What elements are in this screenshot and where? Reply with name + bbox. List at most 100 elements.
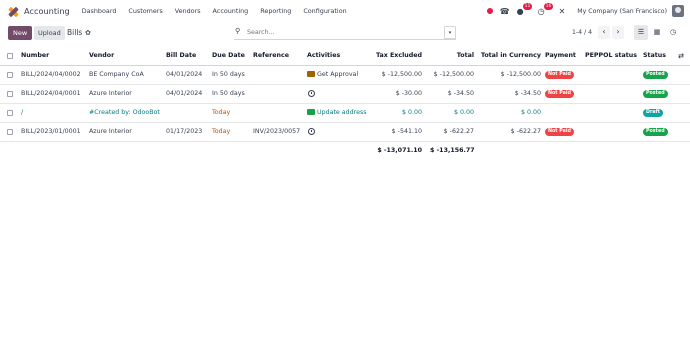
col-activities[interactable]: Activities — [307, 47, 340, 65]
row-checkbox[interactable] — [7, 129, 13, 135]
menu-accounting[interactable]: Accounting — [213, 7, 249, 15]
cell-total-currency: $ -622.27 — [510, 128, 541, 135]
cell-due-date: In 50 days — [212, 71, 245, 78]
select-all-checkbox[interactable] — [7, 53, 13, 59]
row-checkbox[interactable] — [7, 91, 13, 97]
cell-tax-excluded: $ 0.00 — [401, 109, 422, 116]
main-menu: Dashboard Customers Vendors Accounting R… — [82, 7, 359, 15]
row-checkbox[interactable] — [7, 72, 13, 78]
search-input[interactable] — [247, 27, 437, 37]
col-reference[interactable]: Reference — [253, 47, 289, 65]
cell-number: BILL/2024/04/0001 — [21, 90, 81, 97]
menu-configuration[interactable]: Configuration — [303, 7, 346, 15]
app-name[interactable]: Accounting — [24, 6, 70, 16]
cell-total: $ -12,500.00 — [433, 71, 474, 78]
table-row[interactable]: BILL/2024/04/0001 Azure Interior 04/01/2… — [0, 85, 690, 104]
table-header: Number Vendor Bill Date Due Date Referen… — [0, 47, 690, 66]
cell-total: $ -622.27 — [443, 128, 474, 135]
approval-icon — [307, 71, 315, 77]
cell-activity[interactable]: Get Approval — [307, 66, 358, 84]
optional-columns-icon[interactable]: ⇄ — [678, 47, 684, 65]
col-total[interactable]: Total — [430, 47, 474, 65]
navbar-systray: ☎ ● 11 ◷ 16 ✕ My Company (San Francisco) — [480, 0, 684, 22]
cell-vendor: Azure Interior — [89, 128, 132, 135]
cell-total: $ 0.00 — [453, 109, 474, 116]
table-row[interactable]: BILL/2024/04/0002 BE Company CoA 04/01/2… — [0, 66, 690, 85]
list-view-icon[interactable]: ☰ — [634, 25, 648, 40]
col-payment[interactable]: Payment — [545, 47, 576, 65]
table-totals-row: $ -13,071.10 $ -13,156.77 — [0, 142, 690, 159]
search-bar: ⚲ ▾ — [234, 25, 456, 40]
pager-value[interactable]: 1-4 / 4 — [572, 26, 592, 40]
status-badge: Posted — [643, 128, 668, 136]
search-options-toggle[interactable]: ▾ — [444, 26, 456, 39]
cell-bill-date: 01/17/2023 — [166, 128, 203, 135]
activity-clock-icon[interactable] — [308, 90, 315, 97]
cell-vendor: BE Company CoA — [89, 71, 144, 78]
cell-vendor: #Created by: OdooBot — [89, 109, 160, 116]
total-tax-excluded: $ -13,071.10 — [377, 147, 422, 154]
cell-tax-excluded: $ -541.10 — [391, 128, 422, 135]
menu-customers[interactable]: Customers — [128, 7, 162, 15]
payment-badge: Not Paid — [545, 90, 574, 98]
page-title[interactable]: Bills — [67, 26, 82, 40]
payment-badge: Not Paid — [545, 71, 574, 79]
chat-icon[interactable]: ● 11 — [517, 2, 533, 16]
company-switcher[interactable]: My Company (San Francisco) — [577, 8, 667, 15]
kanban-view-icon[interactable]: ▦ — [650, 25, 664, 40]
cell-due-date: Today — [212, 109, 231, 116]
cell-activity[interactable]: Update address — [307, 104, 367, 122]
activity-view-icon[interactable]: ◷ — [666, 25, 680, 40]
activity-badge: 16 — [543, 2, 554, 10]
row-checkbox[interactable] — [7, 110, 13, 116]
pager-next-button[interactable]: › — [612, 26, 624, 39]
cell-bill-date: 04/01/2024 — [166, 71, 203, 78]
status-badge: Posted — [643, 71, 668, 79]
pager-previous-button[interactable]: ‹ — [598, 26, 610, 39]
col-tax-excluded[interactable]: Tax Excluded — [370, 47, 422, 65]
menu-reporting[interactable]: Reporting — [260, 7, 291, 15]
cell-vendor: Azure Interior — [89, 90, 132, 97]
cell-number: / — [21, 109, 24, 116]
cell-tax-excluded: $ -30.00 — [395, 90, 422, 97]
upload-button[interactable]: Upload — [34, 26, 65, 40]
col-status[interactable]: Status — [643, 47, 666, 65]
cell-tax-excluded: $ -12,500.00 — [381, 71, 422, 78]
cell-number: BILL/2023/01/0001 — [21, 128, 81, 135]
top-navbar: Accounting Dashboard Customers Vendors A… — [0, 0, 690, 22]
tools-icon[interactable]: ✕ — [559, 7, 566, 16]
activity-label: Update address — [317, 109, 367, 116]
phone-icon[interactable]: ☎ — [500, 7, 510, 16]
col-number[interactable]: Number — [21, 47, 49, 65]
gear-icon[interactable]: ✿ — [85, 26, 91, 40]
col-total-currency[interactable]: Total in Currency — [480, 47, 541, 65]
col-due-date[interactable]: Due Date — [212, 47, 245, 65]
status-dot-icon[interactable] — [486, 7, 493, 16]
control-panel: New Upload Bills ✿ ⚲ ▾ 1-4 / 4 ‹ › ☰ ▦ ◷ — [0, 22, 690, 44]
col-peppol[interactable]: PEPPOL status — [585, 47, 637, 65]
status-badge: Posted — [643, 90, 668, 98]
cell-total-currency: $ -12,500.00 — [500, 71, 541, 78]
col-bill-date[interactable]: Bill Date — [166, 47, 196, 65]
cell-number: BILL/2024/04/0002 — [21, 71, 81, 78]
activity-clock-icon[interactable] — [308, 128, 315, 135]
address-update-icon — [307, 109, 315, 115]
cell-bill-date: 04/01/2024 — [166, 90, 203, 97]
activity-clock-icon[interactable]: ◷ 16 — [538, 2, 554, 16]
cell-total: $ -34.50 — [447, 90, 474, 97]
menu-vendors[interactable]: Vendors — [175, 7, 201, 15]
accounting-app-icon[interactable] — [8, 6, 19, 17]
table-row[interactable]: / #Created by: OdooBot Today Update addr… — [0, 104, 690, 123]
user-avatar[interactable] — [672, 5, 684, 17]
cell-due-date: In 50 days — [212, 90, 245, 97]
new-button[interactable]: New — [8, 26, 33, 40]
menu-dashboard[interactable]: Dashboard — [82, 7, 117, 15]
bills-table: Number Vendor Bill Date Due Date Referen… — [0, 47, 690, 159]
col-vendor[interactable]: Vendor — [89, 47, 114, 65]
search-icon: ⚲ — [235, 27, 241, 35]
cell-due-date: Today — [212, 128, 231, 135]
table-row[interactable]: BILL/2023/01/0001 Azure Interior 01/17/2… — [0, 123, 690, 142]
payment-badge: Not Paid — [545, 128, 574, 136]
status-badge: Draft — [643, 109, 663, 117]
total-amount: $ -13,156.77 — [430, 147, 475, 154]
